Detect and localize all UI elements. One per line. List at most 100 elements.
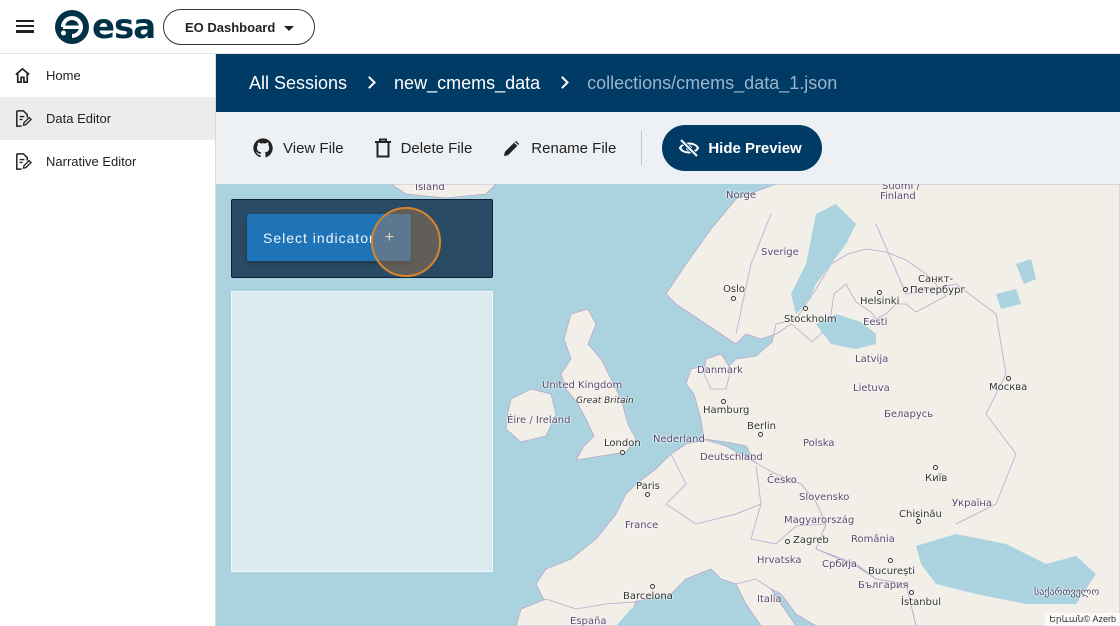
city-dot [650, 584, 655, 589]
map-place-label: London [604, 438, 641, 449]
map-place-label: Київ [925, 473, 948, 484]
map-place-label: Finland [880, 191, 916, 202]
map-place-label: Island [415, 184, 445, 193]
menu-icon[interactable] [14, 17, 36, 37]
city-dot [803, 306, 808, 311]
map-place-label: România [851, 534, 895, 545]
toolbar-divider [641, 131, 643, 165]
sidebar-item-label: Home [46, 68, 81, 83]
map-place-label: საქართველო [1034, 587, 1100, 598]
indicator-panel: Select indicator + [231, 199, 493, 278]
view-file-button[interactable]: View File [237, 128, 359, 168]
map-place-label: Berlin [747, 421, 777, 432]
sidebar-item-home[interactable]: Home [0, 54, 215, 97]
map-attribution: Երևան© Azerb [1045, 613, 1120, 626]
select-indicator-label: Select indicator [263, 229, 375, 246]
rename-file-button[interactable]: Rename File [487, 128, 631, 168]
city-dot [933, 465, 938, 470]
caret-down-icon [284, 26, 294, 31]
map-place-label: Norge [726, 190, 757, 201]
esa-logo-mark [55, 10, 89, 44]
delete-file-label: Delete File [400, 139, 473, 157]
map-place-label: Санкт- [918, 274, 954, 285]
home-icon [15, 67, 30, 84]
dashboard-selector[interactable]: EO Dashboard [163, 9, 315, 45]
edit-document-icon [16, 110, 32, 127]
map-place-label: Nederland [653, 434, 705, 445]
map-place-label: Zagreb [793, 535, 829, 546]
github-icon [253, 138, 273, 158]
map-place-label: Česko [767, 475, 797, 486]
map-place-label: Danmark [697, 365, 743, 376]
select-indicator-button[interactable]: Select indicator + [247, 214, 411, 261]
map-place-label: Eesti [863, 317, 888, 328]
city-dot [731, 296, 736, 301]
esa-logo[interactable]: esa [54, 7, 156, 47]
indicator-info-panel [231, 291, 493, 572]
map-place-label: Україна [952, 498, 993, 509]
city-dot [1006, 376, 1011, 381]
map-place-label: Helsinki [860, 296, 900, 307]
map-place-label: Lietuva [853, 383, 890, 394]
sidebar-item-label: Data Editor [46, 111, 112, 126]
map-place-label: Barcelona [623, 591, 673, 602]
map-place-label: Chișinău [899, 509, 942, 520]
chevron-right-icon [556, 75, 569, 89]
map-place-label: България [858, 580, 909, 591]
map-place-label: Deutschland [700, 452, 763, 463]
map-place-label: Oslo [723, 284, 745, 295]
breadcrumb: All Sessions new_cmems_data collections/… [216, 54, 1120, 112]
map-place-label: United Kingdom [542, 380, 623, 391]
pencil-icon [504, 140, 520, 156]
trash-icon [374, 138, 391, 158]
breadcrumb-current-file: collections/cmems_data_1.json [587, 72, 838, 93]
plus-icon: + [384, 228, 396, 246]
map-place-label: España [570, 616, 607, 626]
map-place-label: Hrvatska [757, 555, 802, 566]
city-dot [758, 432, 763, 437]
map-place-label: İstanbul [901, 597, 942, 608]
breadcrumb-session[interactable]: new_cmems_data [394, 73, 540, 94]
delete-file-button[interactable]: Delete File [359, 128, 488, 168]
map-place-label: Србија [822, 559, 857, 570]
map-place-label: Беларусь [884, 409, 934, 420]
file-toolbar: View File Delete File Rename File Hide P… [216, 112, 1120, 184]
esa-logo-text: esa [92, 7, 156, 47]
eye-off-icon [679, 138, 700, 158]
edit-document-icon [16, 153, 32, 170]
map-place-label: Paris [636, 481, 660, 492]
map-place-label: Sverige [761, 247, 799, 258]
map-preview[interactable]: Island Norge Suomi / Finland Sverige Osl… [216, 184, 1120, 626]
map-place-label: Polska [803, 438, 835, 449]
city-dot [903, 287, 908, 292]
hide-preview-button[interactable]: Hide Preview [662, 125, 822, 171]
dashboard-selector-label: EO Dashboard [185, 19, 276, 35]
map-place-label: Éire / Ireland [507, 415, 571, 426]
sidebar-item-data-editor[interactable]: Data Editor [0, 97, 215, 140]
city-dot [909, 590, 914, 595]
sidebar-item-narrative-editor[interactable]: Narrative Editor [0, 140, 215, 183]
city-dot [620, 450, 625, 455]
sidebar: Home Data Editor Narrative Editor [0, 54, 216, 626]
map-place-label: Great Britain [576, 396, 634, 406]
city-dot [916, 519, 921, 524]
map-place-label: Magyarország [784, 515, 855, 526]
chevron-right-icon [363, 75, 376, 89]
top-bar: esa EO Dashboard [0, 0, 1120, 54]
map-place-label: Stockholm [784, 314, 837, 325]
city-dot [888, 558, 893, 563]
map-place-label: Italia [757, 594, 782, 605]
map-place-label: Москва [989, 382, 1028, 393]
map-place-label: France [625, 520, 659, 531]
map-place-label: Slovensko [799, 492, 850, 503]
hide-preview-label: Hide Preview [708, 139, 802, 157]
map-place-label: Hamburg [703, 405, 750, 416]
city-dot [721, 399, 726, 404]
map-place-label: Петербург [910, 285, 966, 296]
map-place-label: Latvija [855, 354, 889, 365]
view-file-label: View File [283, 139, 344, 157]
rename-file-label: Rename File [531, 139, 617, 157]
map-place-label: București [868, 566, 915, 577]
breadcrumb-all-sessions[interactable]: All Sessions [249, 73, 347, 94]
city-dot [785, 539, 790, 544]
